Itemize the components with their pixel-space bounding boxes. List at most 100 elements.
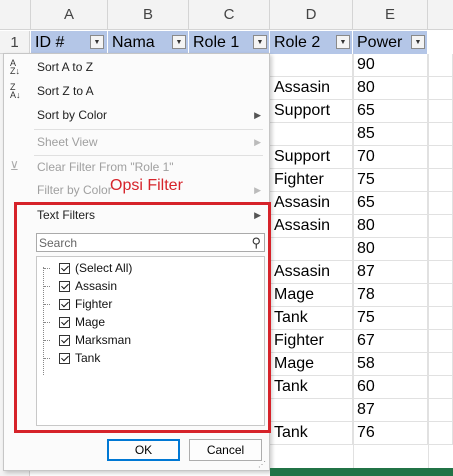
filter-dropdown-button[interactable]: ▼ — [172, 35, 186, 49]
filter-dropdown-button[interactable]: ▼ — [336, 35, 350, 49]
role2-cell[interactable]: Mage — [270, 353, 353, 376]
power-cell[interactable]: 67 — [353, 330, 428, 353]
power-cell[interactable]: 80 — [353, 77, 428, 100]
sort-by-color-item[interactable]: Sort by Color ▶ — [4, 104, 269, 126]
tree-branch — [44, 340, 50, 342]
row-header-1[interactable]: 1 — [0, 31, 30, 54]
role2-cell[interactable] — [270, 54, 353, 77]
power-cell[interactable]: 87 — [353, 399, 428, 422]
empty-cell[interactable] — [428, 353, 453, 376]
empty-cell[interactable] — [428, 422, 453, 445]
clear-filter-item: ⊻ Clear Filter From "Role 1" — [4, 156, 269, 178]
empty-cell[interactable] — [428, 376, 453, 399]
power-cell[interactable]: 65 — [353, 192, 428, 215]
column-header-e[interactable]: E — [353, 0, 428, 30]
power-cell[interactable]: 60 — [353, 376, 428, 399]
filter-value-item[interactable]: Tank — [59, 349, 100, 367]
power-cell[interactable]: 80 — [353, 238, 428, 261]
header-cell-nama[interactable]: Nama ▼ — [108, 31, 189, 54]
header-cell-id[interactable]: ID # ▼ — [31, 31, 108, 54]
sort-z-to-a-item[interactable]: Z A↓ Sort Z to A — [4, 80, 269, 102]
column-header-f[interactable] — [428, 0, 453, 30]
role2-cell[interactable]: Tank — [270, 376, 353, 399]
empty-cell[interactable] — [428, 330, 453, 353]
header-cell-role1[interactable]: Role 1 ▼ — [189, 31, 270, 54]
sort-a-to-z-item[interactable]: A Z↓ Sort A to Z — [4, 56, 269, 78]
role2-cell[interactable]: Support — [270, 146, 353, 169]
text-filters-item[interactable]: Text Filters ▶ — [4, 204, 269, 226]
header-cell-power[interactable]: Power ▼ — [353, 31, 428, 54]
role2-cell[interactable]: Tank — [270, 307, 353, 330]
power-cell[interactable]: 75 — [353, 169, 428, 192]
column-header-b[interactable]: B — [108, 0, 189, 30]
role2-cell[interactable]: Assasin — [270, 192, 353, 215]
filter-value-item[interactable]: Marksman — [59, 331, 131, 349]
power-cell[interactable]: 76 — [353, 422, 428, 445]
clear-filter-icon: ⊻ — [10, 159, 19, 173]
filter-value-item[interactable]: (Select All) — [59, 259, 132, 277]
checkbox[interactable] — [59, 262, 70, 274]
power-cell[interactable]: 87 — [353, 261, 428, 284]
empty-cell[interactable] — [428, 77, 453, 100]
role2-cell[interactable] — [270, 399, 353, 422]
role2-cell[interactable]: Mage — [270, 284, 353, 307]
checkbox[interactable] — [59, 316, 70, 328]
power-cell[interactable]: 85 — [353, 123, 428, 146]
empty-cell[interactable] — [428, 215, 453, 238]
power-cell[interactable]: 78 — [353, 284, 428, 307]
role2-cell[interactable]: Fighter — [270, 330, 353, 353]
role2-cell[interactable] — [270, 238, 353, 261]
power-cell[interactable]: 75 — [353, 307, 428, 330]
header-cell-role2[interactable]: Role 2 ▼ — [270, 31, 353, 54]
corner-cell[interactable] — [0, 0, 31, 30]
column-header-a[interactable]: A — [31, 0, 108, 30]
role2-cell[interactable]: Fighter — [270, 169, 353, 192]
empty-cell[interactable] — [428, 54, 453, 77]
empty-cell[interactable] — [428, 284, 453, 307]
empty-cell[interactable] — [428, 169, 453, 192]
empty-cell[interactable] — [428, 261, 453, 284]
role2-cell[interactable]: Assasin — [270, 215, 353, 238]
filter-value-item[interactable]: Fighter — [59, 295, 112, 313]
filter-dropdown-button[interactable]: ▼ — [253, 35, 267, 49]
empty-cell[interactable] — [428, 192, 453, 215]
checkbox[interactable] — [59, 334, 70, 346]
column-header-c[interactable]: C — [189, 0, 270, 30]
filter-dropdown-button[interactable]: ▼ — [411, 35, 425, 49]
role2-cell[interactable]: Support — [270, 100, 353, 123]
cancel-button[interactable]: Cancel — [189, 439, 262, 461]
ok-button[interactable]: OK — [107, 439, 180, 461]
resize-grip-icon[interactable]: ⋰ — [258, 461, 266, 469]
power-cell[interactable]: 58 — [353, 353, 428, 376]
empty-cell[interactable] — [428, 399, 453, 422]
empty-cell[interactable] — [428, 307, 453, 330]
checkbox[interactable] — [59, 352, 70, 364]
power-cell[interactable]: 70 — [353, 146, 428, 169]
power-cell[interactable]: 65 — [353, 100, 428, 123]
filter-search-input[interactable]: Search ⚲ — [36, 233, 265, 252]
empty-cell[interactable] — [428, 123, 453, 146]
role2-cell[interactable]: Tank — [270, 422, 353, 445]
tree-branch — [44, 304, 50, 306]
column-header-d[interactable]: D — [270, 0, 353, 30]
filter-value-label: Tank — [75, 351, 101, 365]
role2-cell[interactable] — [270, 123, 353, 146]
filter-value-label: (Select All) — [75, 261, 133, 275]
power-cell[interactable]: 80 — [353, 215, 428, 238]
empty-cell[interactable] — [428, 238, 453, 261]
checkbox[interactable] — [59, 298, 70, 310]
filter-value-item[interactable]: Assasin — [59, 277, 117, 295]
role2-cell[interactable]: Assasin — [270, 77, 353, 100]
role2-cell[interactable]: Assasin — [270, 261, 353, 284]
tree-branch — [44, 268, 50, 270]
header-label: Power — [357, 33, 403, 51]
power-cell[interactable]: 90 — [353, 54, 428, 77]
filter-value-item[interactable]: Mage — [59, 313, 105, 331]
empty-cell[interactable] — [428, 100, 453, 123]
filter-value-label: Fighter — [75, 297, 113, 311]
checkbox[interactable] — [59, 280, 70, 292]
search-icon[interactable]: ⚲ — [251, 235, 261, 251]
empty-cell[interactable] — [428, 146, 453, 169]
menu-label: Sort A to Z — [37, 60, 94, 74]
filter-dropdown-button[interactable]: ▼ — [90, 35, 104, 49]
